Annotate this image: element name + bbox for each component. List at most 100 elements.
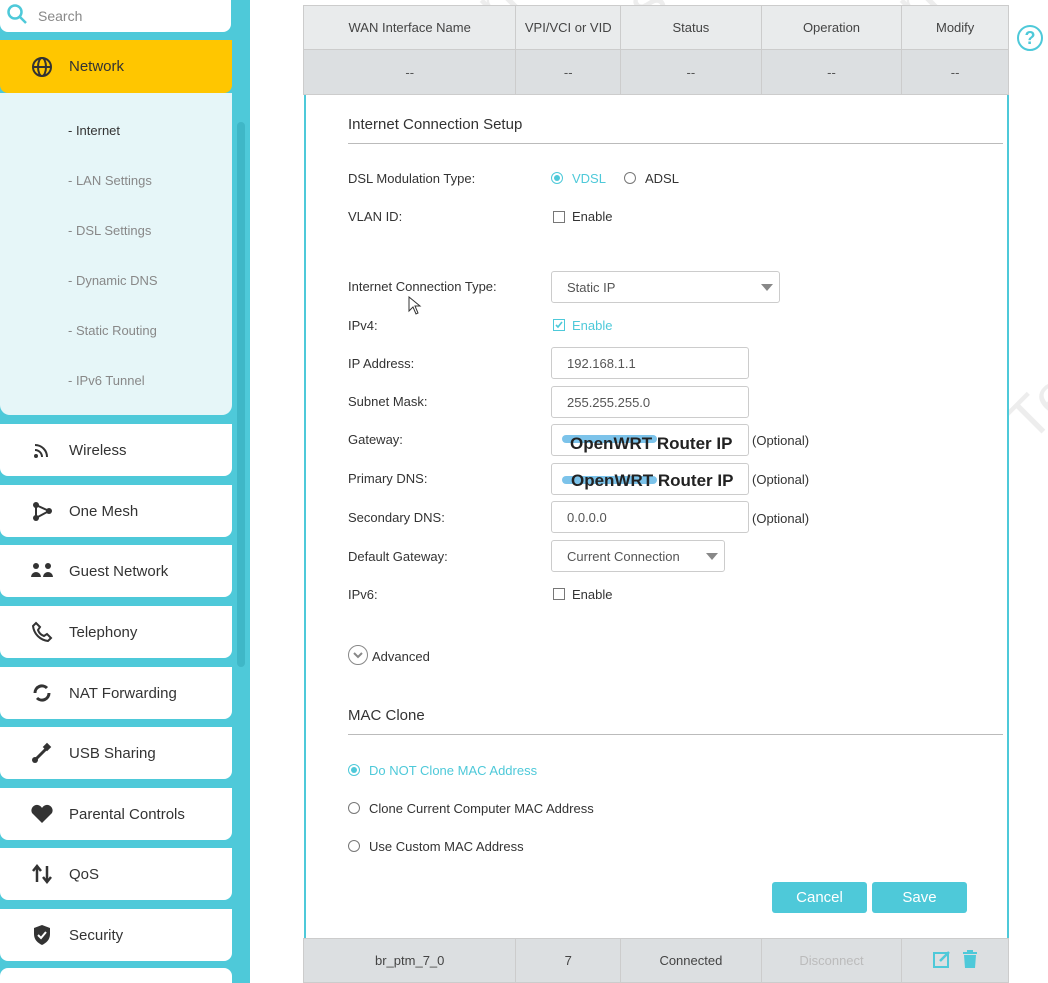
sidebar-item-parental-controls[interactable]: Parental Controls <box>0 788 232 840</box>
table-cell: -- <box>950 64 960 80</box>
connection-type-label: Internet Connection Type: <box>348 279 497 294</box>
sidebar-item-label: QoS <box>69 865 100 883</box>
sidebar-item-telephony[interactable]: Telephony <box>0 606 232 658</box>
sidebar-item-label: Security <box>69 926 124 944</box>
ipv4-enable-checkbox[interactable] <box>553 319 565 331</box>
ipv6-enable-checkbox[interactable] <box>553 588 565 600</box>
search-icon <box>6 3 28 30</box>
sidebar-item-label: USB Sharing <box>69 744 156 762</box>
primary-dns-field[interactable]: OpenWRT Router IP <box>551 463 749 495</box>
wan-table-header: WAN Interface Name VPI/VCI or VID Status… <box>303 5 1009 50</box>
mac-no-clone-label[interactable]: Do NOT Clone MAC Address <box>369 763 537 778</box>
sidebar-item-security[interactable]: Security <box>0 909 232 961</box>
guest-icon <box>30 559 54 583</box>
adsl-radio[interactable] <box>624 172 636 184</box>
table-cell: -- <box>621 50 762 94</box>
default-gateway-value: Current Connection <box>567 548 680 564</box>
disconnect-button[interactable]: Disconnect <box>762 939 903 982</box>
chevron-down-icon <box>761 284 773 291</box>
globe-icon <box>30 55 54 79</box>
ip-address-value: 192.168.1.1 <box>567 355 636 371</box>
usb-icon <box>30 741 54 765</box>
sidebar-item-label: Parental Controls <box>69 805 185 823</box>
submenu-lan-settings[interactable]: - LAN Settings <box>68 173 152 188</box>
sidebar-item-label: Guest Network <box>69 562 169 580</box>
col-header: VPI/VCI or VID <box>516 6 622 49</box>
divider <box>348 734 1003 735</box>
modify-cell <box>902 939 1008 982</box>
phone-icon <box>30 620 54 644</box>
mesh-icon <box>30 499 54 523</box>
vlan-enable-label[interactable]: Enable <box>572 209 612 224</box>
sidebar-item-label: One Mesh <box>69 502 139 520</box>
mac-custom-label[interactable]: Use Custom MAC Address <box>369 839 524 854</box>
chevron-down-circle-icon[interactable] <box>348 645 368 665</box>
cancel-button[interactable]: Cancel <box>772 882 867 913</box>
shield-icon <box>30 923 54 947</box>
sidebar-scrollbar[interactable] <box>237 122 245 667</box>
vdsl-radio[interactable] <box>551 172 563 184</box>
submenu-static-routing[interactable]: - Static Routing <box>68 323 157 338</box>
sidebar-item-label: Wireless <box>69 441 127 459</box>
submenu-internet[interactable]: - Internet <box>68 123 120 138</box>
status-cell: Connected <box>621 939 762 982</box>
submenu-dsl-settings[interactable]: - DSL Settings <box>68 223 151 238</box>
ipv6-label: IPv6: <box>348 587 378 602</box>
primary-dns-annotation: OpenWRT Router IP <box>571 471 734 490</box>
vlan-enable-checkbox[interactable] <box>553 211 565 223</box>
ipv4-enable-label[interactable]: Enable <box>572 318 612 333</box>
mac-clone-current-label[interactable]: Clone Current Computer MAC Address <box>369 801 594 816</box>
dsl-modulation-label: DSL Modulation Type: <box>348 171 476 186</box>
edit-icon[interactable] <box>932 949 952 972</box>
mac-no-clone-radio[interactable] <box>348 764 360 776</box>
mouse-cursor-icon <box>408 295 422 321</box>
search-box[interactable]: Search <box>0 0 231 32</box>
vdsl-option-label[interactable]: VDSL <box>572 171 606 186</box>
ip-address-field[interactable]: 192.168.1.1 <box>551 347 749 379</box>
table-row: -- -- -- -- -- <box>303 50 1009 95</box>
secondary-dns-label: Secondary DNS: <box>348 510 445 525</box>
adsl-option-label[interactable]: ADSL <box>645 171 679 186</box>
connection-type-select[interactable]: Static IP <box>551 271 780 303</box>
wan-interface-name-cell: br_ptm_7_0 <box>304 939 517 982</box>
save-button[interactable]: Save <box>872 882 967 913</box>
subnet-mask-field[interactable]: 255.255.255.0 <box>551 386 749 418</box>
sidebar-item-network[interactable]: Network <box>0 40 232 93</box>
divider <box>348 143 1003 144</box>
submenu-dynamic-dns[interactable]: - Dynamic DNS <box>68 273 158 288</box>
subnet-mask-value: 255.255.255.0 <box>567 394 651 410</box>
refresh-icon <box>30 681 54 705</box>
section-title: Internet Connection Setup <box>348 116 523 133</box>
gateway-field[interactable]: OpenWRT Router IP <box>551 424 749 456</box>
default-gateway-label: Default Gateway: <box>348 549 448 564</box>
col-header: Operation <box>762 6 903 49</box>
help-icon[interactable]: ? <box>1017 25 1043 51</box>
sidebar-item-wireless[interactable]: Wireless <box>0 424 232 476</box>
col-header: WAN Interface Name <box>304 6 517 49</box>
ipv6-enable-label[interactable]: Enable <box>572 587 612 602</box>
secondary-dns-field[interactable]: 0.0.0.0 <box>551 501 749 533</box>
wifi-icon <box>30 438 54 462</box>
gateway-optional: (Optional) <box>752 433 810 448</box>
sidebar-item-usb-sharing[interactable]: USB Sharing <box>0 727 232 779</box>
advanced-toggle[interactable]: Advanced <box>372 649 430 664</box>
sidebar-item-guest-network[interactable]: Guest Network <box>0 545 232 597</box>
mac-clone-current-radio[interactable] <box>348 802 360 814</box>
vid-cell: 7 <box>516 939 622 982</box>
primary-dns-optional: (Optional) <box>752 472 810 487</box>
mac-custom-radio[interactable] <box>348 840 360 852</box>
sidebar-item-qos[interactable]: QoS <box>0 848 232 900</box>
submenu-ipv6-tunnel[interactable]: - IPv6 Tunnel <box>68 373 145 388</box>
updown-arrows-icon <box>30 862 54 886</box>
sidebar-item-one-mesh[interactable]: One Mesh <box>0 485 232 537</box>
sidebar-item-label: Network <box>69 58 125 75</box>
col-header: Status <box>621 6 762 49</box>
network-submenu: - Internet - LAN Settings - DSL Settings… <box>0 93 232 415</box>
secondary-dns-optional: (Optional) <box>752 511 810 526</box>
trash-icon[interactable] <box>962 949 978 972</box>
chevron-down-icon <box>706 553 718 560</box>
sidebar-item-nat-forwarding[interactable]: NAT Forwarding <box>0 667 232 719</box>
table-cell: -- <box>762 50 903 94</box>
default-gateway-select[interactable]: Current Connection <box>551 540 725 572</box>
search-input[interactable]: Search <box>38 8 82 24</box>
